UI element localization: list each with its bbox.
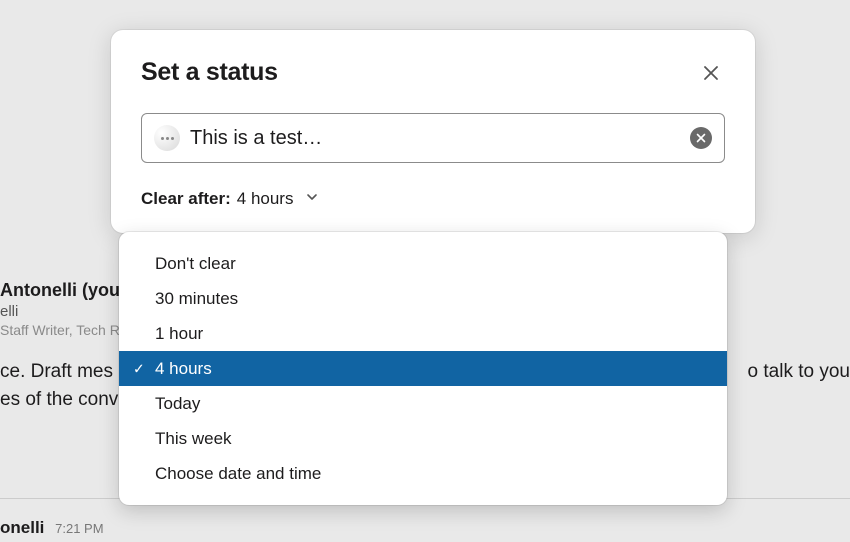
modal-header: Set a status <box>141 58 725 87</box>
chevron-down-icon <box>305 189 319 209</box>
modal-title: Set a status <box>141 58 278 87</box>
dropdown-item-label: 4 hours <box>155 359 212 379</box>
speech-balloon-icon <box>161 137 174 140</box>
dropdown-item[interactable]: Choose date and time <box>119 456 727 491</box>
dropdown-item-label: This week <box>155 429 232 449</box>
dropdown-item-label: 1 hour <box>155 324 203 344</box>
dropdown-item-label: Choose date and time <box>155 464 321 484</box>
x-circle-icon <box>696 133 706 143</box>
clear-status-button[interactable] <box>690 127 712 149</box>
emoji-picker-button[interactable] <box>154 125 180 151</box>
bg-msg-left: ce. Draft mes <box>0 361 113 382</box>
dropdown-item-label: Don't clear <box>155 254 236 274</box>
dropdown-item[interactable]: This week <box>119 421 727 456</box>
bg-bottom-timestamp: 7:21 PM <box>55 521 103 536</box>
status-modal: Set a status Clear after: 4 hours <box>111 30 755 233</box>
close-button[interactable] <box>697 59 725 87</box>
bg-msg-right: o talk to you <box>748 358 850 386</box>
dropdown-item[interactable]: 1 hour <box>119 316 727 351</box>
dropdown-item[interactable]: 30 minutes <box>119 281 727 316</box>
dropdown-item[interactable]: ✓ 4 hours <box>119 351 727 386</box>
dropdown-item[interactable]: Don't clear <box>119 246 727 281</box>
clear-after-value: 4 hours <box>237 189 294 209</box>
bg-bottom-name: onelli <box>0 518 44 537</box>
dropdown-item-label: Today <box>155 394 200 414</box>
clear-after-trigger[interactable]: Clear after: 4 hours <box>141 189 319 209</box>
check-icon: ✓ <box>133 360 145 377</box>
dropdown-item-label: 30 minutes <box>155 289 238 309</box>
clear-after-label: Clear after: <box>141 189 231 209</box>
bg-bottom-row: onelli 7:21 PM <box>0 518 104 538</box>
close-icon <box>702 64 720 82</box>
clear-after-dropdown: Don't clear 30 minutes 1 hour ✓ 4 hours Today… <box>119 232 727 505</box>
status-text-input[interactable] <box>190 127 680 150</box>
dropdown-item[interactable]: Today <box>119 386 727 421</box>
status-input-wrap <box>141 113 725 163</box>
